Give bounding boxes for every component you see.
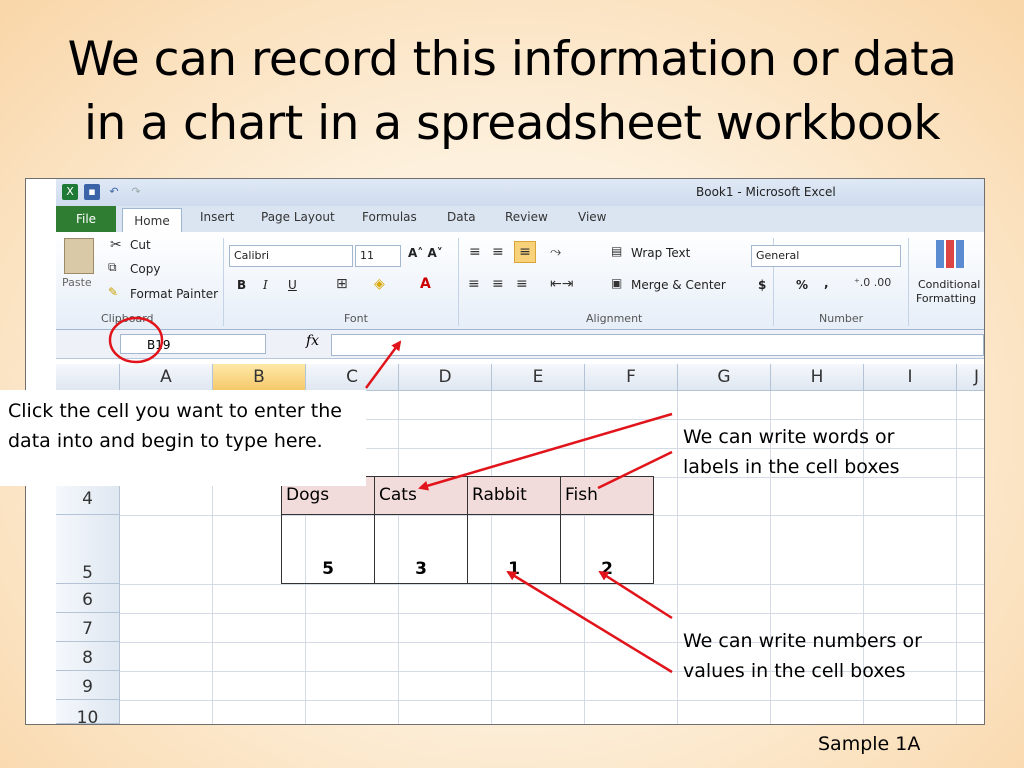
col-header-a[interactable]: A: [120, 364, 213, 391]
col-header-f[interactable]: F: [585, 364, 678, 391]
col-header-b[interactable]: B: [213, 364, 306, 391]
col-header-e[interactable]: E: [492, 364, 585, 391]
row-header-6[interactable]: 6: [56, 584, 120, 613]
col-header-h[interactable]: H: [771, 364, 864, 391]
select-all-corner[interactable]: [56, 364, 120, 391]
callout-enter-data: Click the cell you want to enter the dat…: [0, 390, 366, 486]
row-header-9[interactable]: 9: [56, 671, 120, 700]
col-header-d[interactable]: D: [399, 364, 492, 391]
row-header-5[interactable]: 5: [56, 515, 120, 584]
callout-numbers-values: We can write numbers or values in the ce…: [683, 630, 922, 682]
row-header-10[interactable]: 10: [56, 700, 120, 724]
slide-title-line-1: We can record this information or data: [67, 32, 957, 87]
cell-d4-cats[interactable]: Cats: [374, 476, 468, 515]
col-header-c[interactable]: C: [306, 364, 399, 391]
callout-words-labels: We can write words or labels in the cell…: [683, 426, 900, 478]
cell-c5-value[interactable]: 5: [281, 514, 375, 584]
row-header-7[interactable]: 7: [56, 613, 120, 642]
cell-e5-value[interactable]: 1: [467, 514, 561, 584]
slide-title: We can record this information or data i…: [0, 28, 1024, 156]
cell-d5-value[interactable]: 3: [374, 514, 468, 584]
col-header-i[interactable]: I: [864, 364, 957, 391]
row-header-8[interactable]: 8: [56, 642, 120, 671]
col-header-j[interactable]: J: [957, 364, 984, 391]
cell-e4-rabbit[interactable]: Rabbit: [467, 476, 561, 515]
cell-f4-fish[interactable]: Fish: [560, 476, 654, 515]
col-header-g[interactable]: G: [678, 364, 771, 391]
slide-title-line-2: in a chart in a spreadsheet workbook: [83, 96, 941, 151]
cell-f5-value[interactable]: 2: [560, 514, 654, 584]
sample-label: Sample 1A: [818, 733, 921, 755]
